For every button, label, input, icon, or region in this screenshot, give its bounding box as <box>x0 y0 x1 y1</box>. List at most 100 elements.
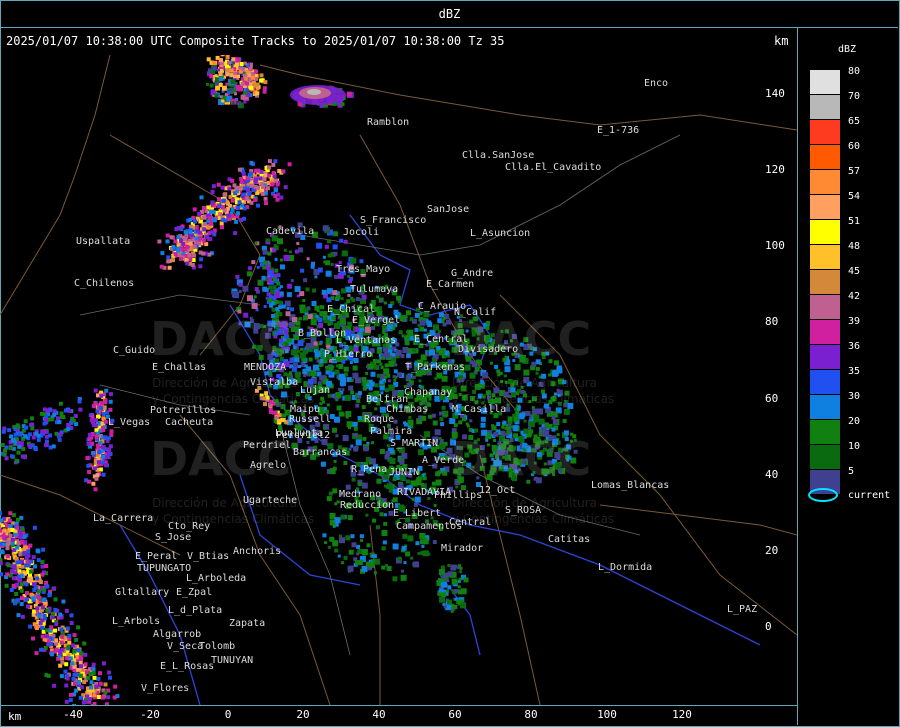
storm-edge <box>8 511 13 516</box>
radar-echo <box>440 565 445 570</box>
radar-echo <box>438 588 443 593</box>
radar-echo <box>341 561 345 565</box>
storm-edge <box>59 674 64 679</box>
storm-core <box>32 622 37 627</box>
radar-echo <box>209 74 214 79</box>
radar-echo <box>469 419 473 423</box>
radar-echo <box>366 543 371 548</box>
storm-edge <box>113 684 118 689</box>
radar-echo <box>381 530 388 536</box>
legend-value: 57 <box>848 166 861 177</box>
radar-echo <box>458 577 462 581</box>
storm-edge <box>28 624 33 629</box>
storm-core <box>281 418 286 422</box>
radar-echo <box>436 346 441 350</box>
place-label: JUNIN <box>389 467 420 478</box>
radar-echo <box>535 371 539 375</box>
storm-edge <box>68 692 73 697</box>
radar-echo <box>300 268 305 273</box>
storm-edge <box>42 598 47 602</box>
storm-edge <box>106 447 111 452</box>
watermark-line: y Contingencias Climáticas <box>152 512 315 526</box>
radar-echo <box>411 497 415 501</box>
storm-core <box>100 401 104 406</box>
radar-echo <box>376 373 381 378</box>
radar-echo <box>383 368 390 375</box>
radar-echo <box>395 349 402 356</box>
storm-edge <box>256 203 260 208</box>
radar-echo <box>237 101 242 106</box>
radar-map-canvas[interactable] <box>0 55 797 705</box>
storm-edge <box>33 564 37 569</box>
storm-edge <box>72 672 77 677</box>
radar-echo <box>535 366 540 371</box>
storm-core <box>229 73 234 78</box>
storm-edge <box>91 667 96 672</box>
storm-edge <box>109 392 113 397</box>
place-label: Lomas_Blancas <box>591 480 670 491</box>
place-label: E_Carmen <box>426 279 475 290</box>
radar-echo <box>528 421 535 428</box>
storm-edge <box>249 160 254 165</box>
storm-edge <box>256 168 261 173</box>
radar-echo <box>23 434 28 439</box>
storm-edge <box>237 200 242 205</box>
x-tick-label: 80 <box>524 708 538 721</box>
place-label: E_Chical <box>327 304 376 315</box>
radar-echo <box>332 488 338 494</box>
radar-echo <box>272 285 277 290</box>
radar-echo <box>297 340 304 347</box>
radar-echo <box>384 484 387 488</box>
storm-edge <box>264 201 268 206</box>
radar-echo <box>326 496 332 502</box>
radar-echo <box>242 285 249 292</box>
radar-echo <box>496 422 501 426</box>
place-label: Zapata <box>229 618 266 629</box>
radar-echo <box>327 253 332 258</box>
storm-edge <box>87 479 92 484</box>
x-axis-unit: km <box>8 710 22 723</box>
radar-echo <box>379 449 385 454</box>
radar-echo <box>306 440 310 444</box>
radar-echo <box>279 285 283 289</box>
storm-edge <box>273 194 278 198</box>
radar-echo <box>319 104 323 108</box>
radar-echo <box>417 551 421 555</box>
radar-echo <box>404 315 408 319</box>
place-label: L_Ventanas <box>336 335 397 346</box>
place-label: E_Zpal <box>176 587 213 598</box>
radar-echo <box>398 330 403 335</box>
storm-edge <box>32 582 36 587</box>
radar-echo <box>359 259 364 264</box>
radar-echo <box>371 559 376 564</box>
radar-echo <box>447 585 452 590</box>
radar-echo <box>319 340 323 344</box>
radar-echo <box>356 544 360 549</box>
radar-echo <box>338 411 344 417</box>
storm-core <box>91 481 96 486</box>
radar-echo <box>27 432 32 437</box>
radar-echo <box>272 248 277 253</box>
radar-echo <box>552 419 558 425</box>
radar-echo <box>218 77 223 82</box>
storm-edge <box>0 511 3 516</box>
radar-map[interactable] <box>0 55 797 705</box>
storm-edge <box>234 219 239 224</box>
radar-echo <box>328 359 332 363</box>
place-label: SanJose <box>427 204 470 215</box>
radar-echo <box>343 461 348 465</box>
storm-edge <box>53 597 58 602</box>
place-label: L_Arbols <box>112 616 161 627</box>
radar-echo <box>339 380 346 386</box>
storm-core <box>78 660 83 665</box>
storm-core <box>219 221 224 226</box>
storm-edge <box>33 585 38 590</box>
radar-echo <box>9 454 14 459</box>
storm-edge <box>93 401 98 406</box>
watermark-line: y Contingencias Climáticas <box>452 512 615 526</box>
radar-echo <box>355 439 362 446</box>
radar-echo <box>43 417 48 422</box>
storm-core <box>38 580 43 585</box>
storm-edge <box>47 593 52 598</box>
radar-echo <box>381 547 385 551</box>
